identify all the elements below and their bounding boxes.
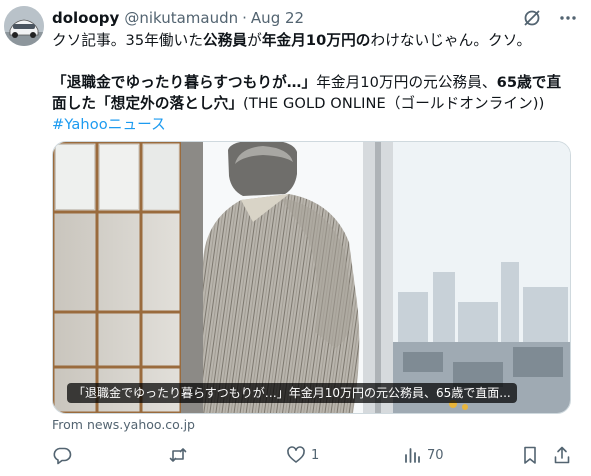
like-icon: [287, 446, 305, 463]
views-icon: [405, 448, 420, 463]
text-bold-segment: 面した「想定外の落とし穴」: [52, 95, 244, 112]
share-icon: [554, 446, 570, 464]
reply-icon: [53, 447, 72, 465]
like-button[interactable]: 1: [286, 444, 319, 466]
text-bold-segment: 年金月10万円: [261, 32, 356, 49]
bookmark-button[interactable]: [520, 444, 540, 466]
card-source[interactable]: From news.yahoo.co.jp: [52, 417, 195, 432]
more-icon[interactable]: [557, 7, 579, 29]
text-bold-segment: 65歳で直: [496, 74, 562, 91]
views-button[interactable]: 70: [402, 444, 444, 466]
separator-dot: ·: [242, 9, 247, 27]
tweet-header: doloopy @nikutamaudn · Aug 22: [52, 7, 304, 29]
text-bold-segment: の: [355, 32, 371, 49]
tweet-line-1: クソ記事。35年働いた公務員が年金月10万円のわけないじゃん。クソ。: [52, 30, 582, 51]
views-count: 70: [427, 447, 444, 463]
tweet-line-3: 面した「想定外の落とし穴」(THE GOLD ONLINE（ゴールドオンライン)…: [52, 93, 582, 114]
text-segment: (THE GOLD ONLINE（ゴールドオンライン)): [243, 95, 545, 112]
card-caption: 「退職金でゆったり暮らすつもりが…」年金月10万円の元公務員、65歳で直面...: [67, 383, 517, 403]
retweet-button[interactable]: [168, 444, 193, 466]
text-bold-segment: 公務員: [203, 32, 248, 49]
display-name[interactable]: doloopy: [52, 9, 119, 27]
avatar-image: [4, 6, 44, 46]
like-count: 1: [311, 447, 320, 463]
tweet-line-4: #Yahooニュース: [52, 114, 582, 135]
tweet-top-actions: [521, 7, 579, 29]
link-card[interactable]: 「退職金でゆったり暮らすつもりが…」年金月10万円の元公務員、65歳で直面...: [52, 141, 571, 414]
tweet-date[interactable]: Aug 22: [251, 9, 304, 27]
text-segment: わけないじゃん。クソ。: [370, 32, 532, 49]
grok-slash-icon[interactable]: [521, 7, 543, 29]
share-button[interactable]: [552, 444, 572, 466]
tweet-line-2: 「退職金でゆったり暮らすつもりが…」年金月10万円の元公務員、65歳で直: [52, 72, 582, 93]
avatar[interactable]: [4, 6, 44, 46]
retweet-icon: [169, 448, 187, 462]
bookmark-icon: [524, 446, 536, 464]
tweet-actions-bar: 1 70: [52, 444, 572, 468]
text-segment: 年金月10万円の元公務員、: [316, 74, 497, 91]
text-bold-segment: 「退職金でゆったり暮らすつもりが…」: [52, 74, 317, 91]
reply-button[interactable]: [52, 444, 77, 466]
user-handle[interactable]: @nikutamaudn: [124, 9, 238, 27]
text-segment: が: [247, 32, 262, 49]
card-image: [53, 142, 570, 413]
text-segment: クソ記事。35年働いた: [52, 32, 204, 49]
hashtag-link[interactable]: #Yahooニュース: [52, 116, 166, 133]
tweet-body: クソ記事。35年働いた公務員が年金月10万円のわけないじゃん。クソ。 「退職金で…: [52, 30, 582, 135]
